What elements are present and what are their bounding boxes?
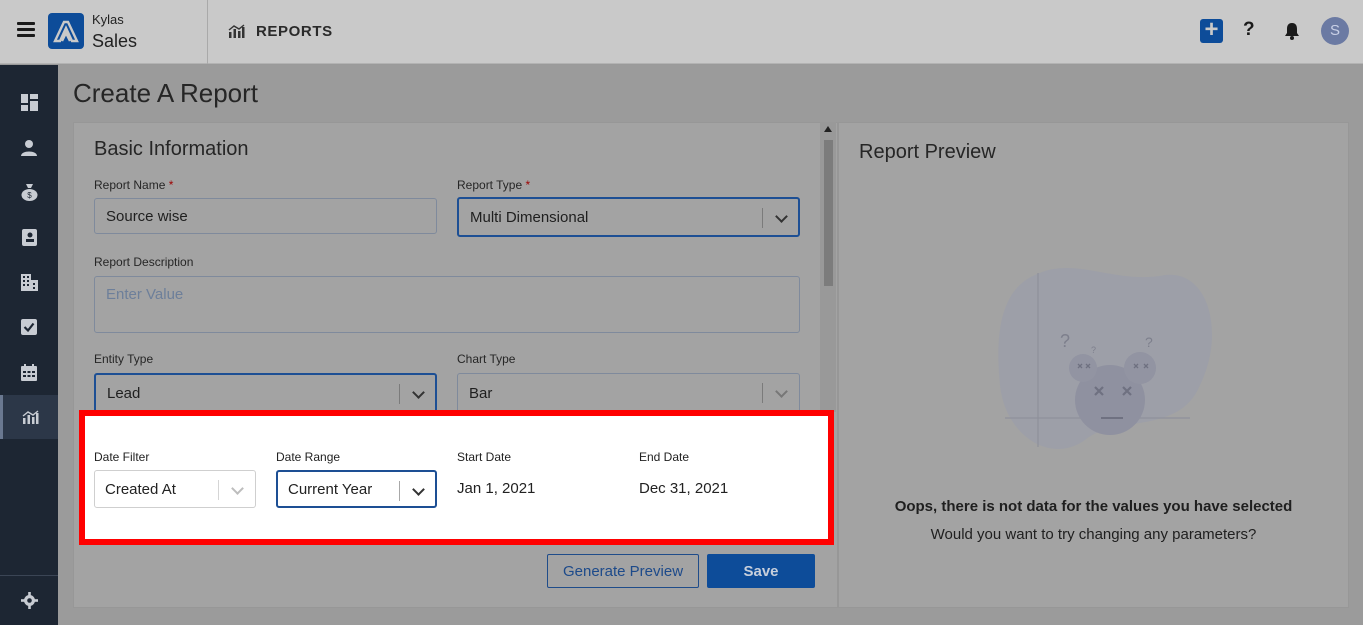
chevron-down-icon <box>231 482 244 495</box>
chart-type-label: Chart Type <box>457 352 516 366</box>
calendar-icon[interactable] <box>0 350 58 394</box>
section-title: REPORTS <box>256 23 333 40</box>
bell-icon[interactable] <box>1284 22 1300 45</box>
date-range-label: Date Range <box>276 450 341 464</box>
report-type-label: Report Type * <box>457 178 531 192</box>
reports-header-icon <box>228 24 245 44</box>
generate-preview-button[interactable]: Generate Preview <box>547 554 699 588</box>
brand-name: Kylas <box>92 12 124 27</box>
chart-type-select[interactable]: Bar <box>457 373 800 413</box>
svg-text:?: ? <box>1091 345 1096 355</box>
empty-state-hint: Would you want to try changing any param… <box>930 526 1257 543</box>
date-range-select[interactable]: Current Year <box>276 470 437 508</box>
top-bar: Kylas Sales REPORTS + ? S <box>0 0 1363 64</box>
chevron-down-icon <box>775 210 788 223</box>
report-description-label: Report Description <box>94 255 194 269</box>
avatar[interactable]: S <box>1321 17 1349 45</box>
report-type-select[interactable]: Multi Dimensional <box>457 197 800 237</box>
scroll-up-icon[interactable] <box>824 126 832 132</box>
svg-text:$: $ <box>27 191 32 200</box>
reports-icon[interactable] <box>0 395 58 439</box>
report-name-input[interactable]: Source wise <box>94 198 437 234</box>
help-icon[interactable]: ? <box>1243 19 1255 41</box>
product-name: Sales <box>92 31 138 51</box>
checkbox-icon[interactable] <box>0 305 58 349</box>
building-icon[interactable] <box>0 260 58 304</box>
svg-text:?: ? <box>1060 331 1070 351</box>
end-date-value[interactable]: Dec 31, 2021 <box>639 480 728 497</box>
date-filter-select[interactable]: Created At <box>94 470 256 508</box>
kylas-logo[interactable] <box>48 13 84 49</box>
empty-state-message: Oops, there is not data for the values y… <box>894 498 1293 515</box>
empty-data-illustration: ? ? ? <box>995 265 1215 460</box>
page-title: Create A Report <box>73 78 258 108</box>
chevron-down-icon <box>412 483 425 496</box>
end-date-label: End Date <box>639 450 690 464</box>
dashboard-icon[interactable] <box>0 80 58 124</box>
svg-text:?: ? <box>1145 334 1153 350</box>
report-name-label: Report Name * <box>94 178 174 192</box>
date-filter-label: Date Filter <box>94 450 150 464</box>
menu-icon[interactable] <box>17 22 35 38</box>
scrollbar-thumb[interactable] <box>824 140 833 286</box>
basic-info-title: Basic Information <box>94 138 249 160</box>
gear-icon[interactable] <box>0 578 58 622</box>
start-date-label: Start Date <box>457 450 512 464</box>
add-button[interactable]: + <box>1200 18 1223 43</box>
sidebar-divider <box>0 575 58 576</box>
person-icon[interactable] <box>0 125 58 169</box>
report-description-input[interactable]: Enter Value <box>94 276 800 333</box>
save-button[interactable]: Save <box>707 554 815 588</box>
form-scrollbar[interactable] <box>820 122 836 412</box>
contact-book-icon[interactable] <box>0 215 58 259</box>
header-divider <box>207 0 208 64</box>
chevron-down-icon <box>412 386 425 399</box>
start-date-value[interactable]: Jan 1, 2021 <box>457 480 535 497</box>
chevron-down-icon <box>775 385 788 398</box>
report-preview-title: Report Preview <box>859 141 996 163</box>
entity-type-select[interactable]: Lead <box>94 373 437 413</box>
sidebar: $ <box>0 65 58 625</box>
entity-type-label: Entity Type <box>94 352 154 366</box>
money-bag-icon[interactable]: $ <box>0 170 58 214</box>
